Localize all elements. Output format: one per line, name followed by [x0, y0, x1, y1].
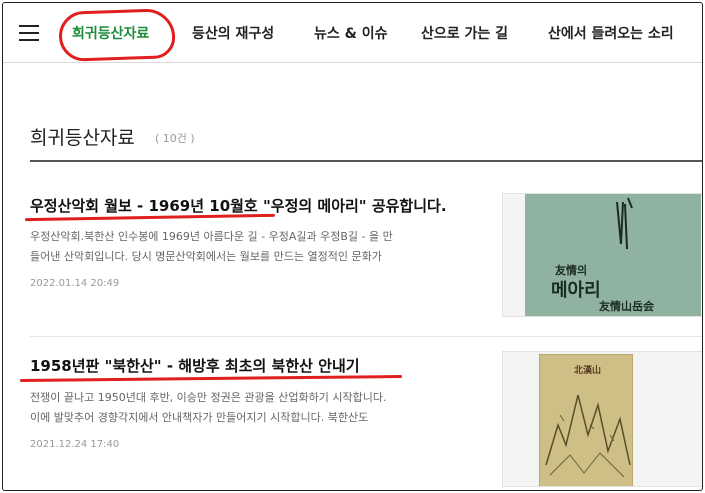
nav-item-mountain-sounds[interactable]: 산에서 들려오는 소리 — [548, 23, 674, 43]
section-title: 희귀등산자료 — [30, 127, 135, 149]
page-frame: 희귀등산자료 등산의 재구성 뉴스 & 이슈 산으로 가는 길 산에서 들려오는… — [2, 2, 703, 491]
article-excerpt: 전쟁이 끝나고 1950년대 후반, 이승만 정권은 관광을 산업화하기 시작합… — [30, 391, 387, 404]
cover-title-large: 메아리 — [551, 280, 601, 301]
nav-item-reconstruction[interactable]: 등산의 재구성 — [192, 23, 274, 43]
article-date: 2022.01.14 20:49 — [30, 278, 120, 289]
cover-title: 北漢山 — [574, 366, 602, 376]
article-item[interactable]: 우정산악회 월보 - 1969년 10월호 "우정의 메아리" 공유합니다. 우… — [24, 193, 702, 325]
article-divider — [30, 336, 702, 337]
article-thumbnail[interactable]: 友情의 메아리 友情山岳会 — [502, 193, 702, 317]
nav-item-road-to-mountain[interactable]: 산으로 가는 길 — [421, 23, 508, 43]
cover-subtitle: 友情山岳会 — [599, 300, 654, 313]
book-cover: 北漢山 — [539, 354, 633, 486]
article-title[interactable]: 우정산악회 월보 - 1969년 10월호 "우정의 메아리" 공유합니다. — [30, 195, 447, 216]
article-thumbnail[interactable]: 北漢山 — [502, 351, 702, 487]
article-date: 2021.12.24 17:40 — [30, 439, 120, 450]
book-cover: 友情의 메아리 友情山岳会 — [525, 194, 701, 316]
section-count: ( 10건 ) — [155, 132, 195, 145]
nav-item-news-issues[interactable]: 뉴스 & 이슈 — [314, 23, 387, 43]
article-title[interactable]: 1958년판 "북한산" - 해방후 최초의 북한산 안내기 — [30, 355, 360, 376]
top-nav: 희귀등산자료 등산의 재구성 뉴스 & 이슈 산으로 가는 길 산에서 들려오는… — [3, 3, 702, 63]
article-item[interactable]: 1958년판 "북한산" - 해방후 최초의 북한산 안내기 전쟁이 끝나고 1… — [19, 351, 702, 487]
section-divider — [30, 160, 702, 162]
nav-item-rare-materials[interactable]: 희귀등산자료 — [72, 23, 149, 43]
article-excerpt: 이에 발맞추어 경향각지에서 안내책자가 만들어지기 시작합니다. 북한산도 — [30, 411, 369, 424]
red-underline-annotation — [19, 374, 403, 383]
article-excerpt: 우정산악회.북한산 인수봉에 1969년 아름다운 길 - 우정A길과 우정B길… — [30, 230, 393, 243]
hamburger-menu-icon[interactable] — [19, 25, 39, 41]
article-excerpt: 들어낸 산악회입니다. 당시 명문산악회에서는 월보를 만드는 열정적인 문화가 — [30, 250, 382, 263]
